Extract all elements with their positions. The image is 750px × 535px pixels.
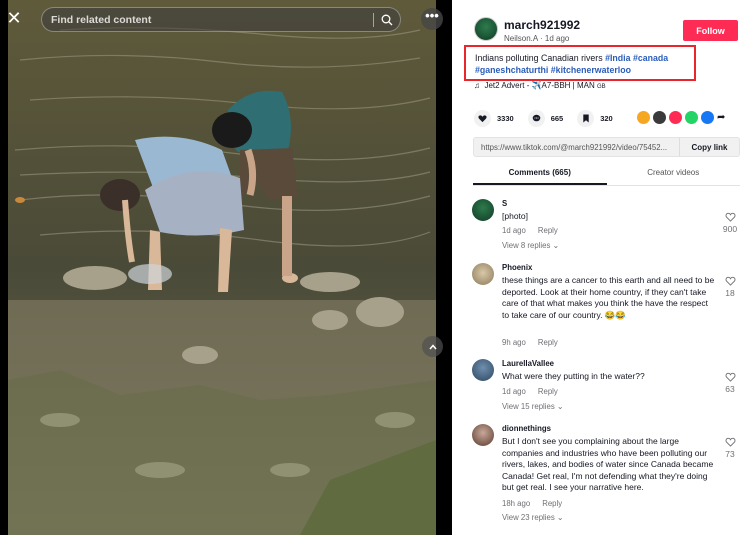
comment-like-count: 18 bbox=[725, 288, 735, 298]
music-note-icon: ♫ bbox=[474, 81, 480, 90]
heart-outline-icon bbox=[725, 276, 735, 286]
engagement-bar: 3330 665 320 bbox=[474, 110, 627, 127]
reply-button[interactable]: Reply bbox=[538, 226, 558, 235]
bookmark-icon bbox=[583, 114, 589, 123]
heart-outline-icon bbox=[725, 212, 735, 222]
search-input[interactable]: Find related content bbox=[42, 14, 373, 26]
comment-meta: 1d ago Reply bbox=[502, 226, 570, 235]
comment-like[interactable]: 900 bbox=[718, 212, 742, 234]
embed-icon[interactable] bbox=[653, 111, 666, 124]
comment-text: [photo] bbox=[502, 211, 528, 221]
commenter-username[interactable]: S bbox=[502, 199, 507, 208]
comment-meta: 18h ago Reply bbox=[502, 499, 574, 508]
comment-like[interactable]: 18 bbox=[718, 276, 742, 298]
comment-like-count: 63 bbox=[725, 384, 735, 394]
comment-like-count: 900 bbox=[722, 224, 738, 234]
search-icon[interactable] bbox=[374, 14, 400, 26]
view-replies-button[interactable]: View 23 replies ⌄ bbox=[502, 513, 563, 522]
chevron-up-icon bbox=[428, 343, 437, 349]
comment-item: LaurellaVallee What were they putting in… bbox=[472, 359, 742, 417]
heart-icon bbox=[478, 115, 487, 123]
close-icon: ✕ bbox=[6, 8, 22, 28]
comment-time: 1d ago bbox=[502, 226, 526, 235]
whatsapp-icon[interactable] bbox=[685, 111, 698, 124]
send-icon[interactable] bbox=[669, 111, 682, 124]
share-options: ➦ bbox=[637, 111, 728, 124]
like-button[interactable] bbox=[474, 110, 491, 127]
comment-text: What were they putting in the water?? bbox=[502, 371, 645, 381]
commenter-avatar[interactable] bbox=[472, 359, 494, 381]
comment-like-count: 73 bbox=[725, 449, 735, 459]
comment-meta: 1d ago Reply bbox=[502, 387, 570, 396]
author-avatar[interactable] bbox=[474, 17, 498, 41]
tab-creator-videos[interactable]: Creator videos bbox=[607, 166, 741, 185]
comment-time: 1d ago bbox=[502, 387, 526, 396]
tiktok-video-page: ✕ Find related content ••• march921992 N… bbox=[0, 0, 750, 535]
comment-like[interactable]: 73 bbox=[718, 437, 742, 459]
previous-video-button[interactable] bbox=[422, 336, 443, 357]
heart-outline-icon bbox=[725, 372, 735, 382]
facebook-icon[interactable] bbox=[701, 111, 714, 124]
search-bar[interactable]: Find related content bbox=[41, 7, 401, 32]
commenter-username[interactable]: Phoenix bbox=[502, 263, 532, 272]
hashtag-india[interactable]: #India bbox=[605, 53, 630, 63]
repost-icon[interactable] bbox=[637, 111, 650, 124]
more-options-button[interactable]: ••• bbox=[421, 8, 443, 30]
commenter-avatar[interactable] bbox=[472, 263, 494, 285]
save-count: 320 bbox=[600, 114, 613, 123]
caption-text: Indians polluting Canadian rivers bbox=[475, 53, 606, 63]
comment-count: 665 bbox=[550, 114, 564, 123]
commenter-username[interactable]: dionnethings bbox=[502, 424, 551, 433]
music-title: Jet2 Advert - ✈️A7-BBH | MAN bbox=[484, 81, 597, 90]
commenter-username[interactable]: LaurellaVallee bbox=[502, 359, 554, 368]
tab-comments[interactable]: Comments (665) bbox=[473, 166, 607, 185]
comment-time: 9h ago bbox=[502, 338, 526, 347]
comment-icon bbox=[532, 114, 540, 122]
ellipsis-icon: ••• bbox=[425, 8, 439, 23]
video-caption: Indians polluting Canadian rivers #India… bbox=[475, 52, 691, 76]
hashtag-ganeshchaturthi[interactable]: #ganeshchaturthi bbox=[475, 65, 548, 75]
video-url[interactable]: https://www.tiktok.com/@march921992/vide… bbox=[474, 143, 679, 152]
save-button[interactable] bbox=[577, 110, 595, 127]
video-frame bbox=[0, 0, 452, 535]
like-count: 3330 bbox=[497, 114, 514, 123]
comment-item: Phoenix these things are a cancer to thi… bbox=[472, 263, 742, 353]
comment-meta: 9h ago Reply bbox=[502, 338, 570, 347]
details-panel: march921992 Neilson.A · 1d ago Follow In… bbox=[452, 0, 750, 535]
comment-time: 18h ago bbox=[502, 499, 531, 508]
close-button[interactable]: ✕ bbox=[4, 8, 24, 28]
hashtag-kitchenerwaterloo[interactable]: #kitchenerwaterloo bbox=[551, 65, 631, 75]
music-info[interactable]: ♫ Jet2 Advert - ✈️A7-BBH | MAN GB bbox=[474, 81, 606, 90]
reply-button[interactable]: Reply bbox=[538, 387, 558, 396]
share-arrow-icon[interactable]: ➦ bbox=[717, 111, 728, 124]
view-replies-button[interactable]: View 15 replies ⌄ bbox=[502, 402, 563, 411]
heart-outline-icon bbox=[725, 437, 735, 447]
follow-button[interactable]: Follow bbox=[683, 20, 738, 41]
copy-link-button[interactable]: Copy link bbox=[679, 138, 739, 156]
music-suffix: GB bbox=[596, 84, 606, 90]
video-link-bar: https://www.tiktok.com/@march921992/vide… bbox=[473, 137, 740, 157]
comment-item: dionnethings But I don't see you complai… bbox=[472, 424, 742, 528]
view-replies-button[interactable]: View 8 replies ⌄ bbox=[502, 241, 559, 250]
video-player[interactable]: ✕ Find related content ••• bbox=[0, 0, 452, 535]
comment-like[interactable]: 63 bbox=[718, 372, 742, 394]
commenter-avatar[interactable] bbox=[472, 424, 494, 446]
panel-tabs: Comments (665) Creator videos bbox=[473, 166, 740, 186]
author-username[interactable]: march921992 bbox=[504, 18, 580, 32]
hashtag-canada[interactable]: #canada bbox=[633, 53, 668, 63]
author-subline: Neilson.A · 1d ago bbox=[504, 34, 570, 43]
commenter-avatar[interactable] bbox=[472, 199, 494, 221]
comment-text: But I don't see you complaining about th… bbox=[502, 436, 714, 492]
reply-button[interactable]: Reply bbox=[538, 338, 558, 347]
reply-button[interactable]: Reply bbox=[542, 499, 562, 508]
comment-item: S [photo] 1d ago Reply View 8 replies ⌄ 9… bbox=[472, 199, 742, 255]
comment-button[interactable] bbox=[527, 110, 545, 127]
comment-text: these things are a cancer to this earth … bbox=[502, 275, 715, 320]
